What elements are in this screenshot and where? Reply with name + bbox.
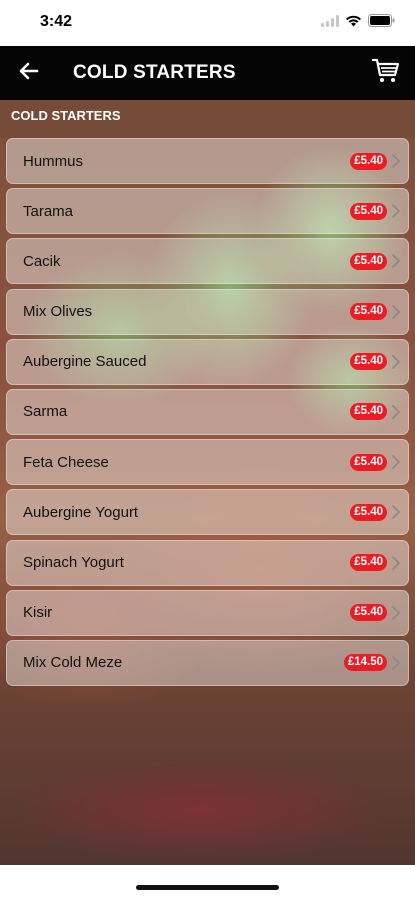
price-badge: £5.40	[350, 303, 387, 321]
chevron-right-icon	[390, 203, 402, 219]
battery-icon	[368, 14, 395, 32]
chevron-right-icon	[390, 253, 402, 269]
menu-list: Hummus £5.40 Tarama £5.40 Cacik £5.40 Mix Oliv…	[0, 138, 415, 686]
menu-item[interactable]: Tarama £5.40	[6, 188, 409, 235]
chevron-right-icon	[390, 655, 402, 671]
page-title: COLD STARTERS	[73, 62, 236, 83]
menu-item-name: Cacik	[23, 252, 61, 270]
home-indicator[interactable]	[136, 885, 279, 890]
menu-item[interactable]: Kisir £5.40	[6, 589, 409, 636]
price-badge: £5.40	[350, 604, 387, 622]
price-badge: £5.40	[350, 152, 387, 170]
chevron-right-icon	[390, 555, 402, 571]
menu-item[interactable]: Aubergine Sauced £5.40	[6, 338, 409, 385]
menu-item-name: Mix Olives	[23, 303, 93, 321]
cart-button[interactable]	[369, 56, 403, 90]
chevron-right-icon	[390, 504, 402, 520]
menu-item[interactable]: Feta Cheese £5.40	[6, 439, 409, 486]
price-badge: £14.50	[343, 654, 387, 672]
menu-item[interactable]: Aubergine Yogurt £5.40	[6, 489, 409, 536]
section-header: COLD STARTERS	[0, 100, 415, 138]
menu-item-name: Aubergine Sauced	[23, 353, 147, 371]
chevron-right-icon	[390, 354, 402, 370]
wifi-icon	[345, 14, 362, 32]
menu-item-name: Spinach Yogurt	[23, 554, 124, 571]
menu-content: COLD STARTERS Hummus £5.40 Tarama £5.40 Caci…	[0, 100, 415, 865]
menu-item[interactable]: Mix Cold Meze £14.50	[6, 639, 409, 686]
menu-item-name: Tarama	[23, 202, 74, 220]
signal-icon	[321, 14, 339, 32]
menu-item[interactable]: Spinach Yogurt £5.40	[6, 539, 409, 586]
menu-item-name: Hummus	[23, 152, 84, 170]
chevron-right-icon	[390, 404, 402, 420]
back-arrow-icon	[19, 62, 39, 85]
chevron-right-icon	[390, 454, 402, 470]
price-badge: £5.40	[350, 353, 387, 371]
menu-item-name: Mix Cold Meze	[23, 654, 123, 672]
price-badge: £5.40	[350, 453, 387, 471]
menu-item[interactable]: Hummus £5.40	[6, 138, 409, 184]
menu-item-name: Feta Cheese	[23, 453, 109, 471]
status-icons	[321, 14, 395, 32]
nav-bar: COLD STARTERS	[0, 46, 415, 100]
menu-item[interactable]: Cacik £5.40	[6, 238, 409, 285]
status-time: 3:42	[40, 13, 73, 30]
menu-item[interactable]: Mix Olives £5.40	[6, 288, 409, 335]
price-badge: £5.40	[350, 503, 387, 521]
chevron-right-icon	[390, 304, 402, 320]
home-indicator-area	[0, 865, 415, 900]
menu-item-name: Aubergine Yogurt	[23, 503, 139, 521]
menu-item-name: Kisir	[23, 604, 53, 622]
status-bar: 3:42	[0, 0, 415, 46]
price-badge: £5.40	[350, 403, 387, 421]
menu-item-name: Sarma	[23, 403, 68, 421]
price-badge: £5.40	[350, 252, 387, 270]
cart-icon	[371, 58, 400, 89]
chevron-right-icon	[390, 605, 402, 621]
price-badge: £5.40	[350, 202, 387, 220]
price-badge: £5.40	[350, 554, 387, 571]
chevron-right-icon	[390, 153, 402, 169]
menu-item[interactable]: Sarma £5.40	[6, 388, 409, 435]
back-button[interactable]	[14, 58, 44, 88]
